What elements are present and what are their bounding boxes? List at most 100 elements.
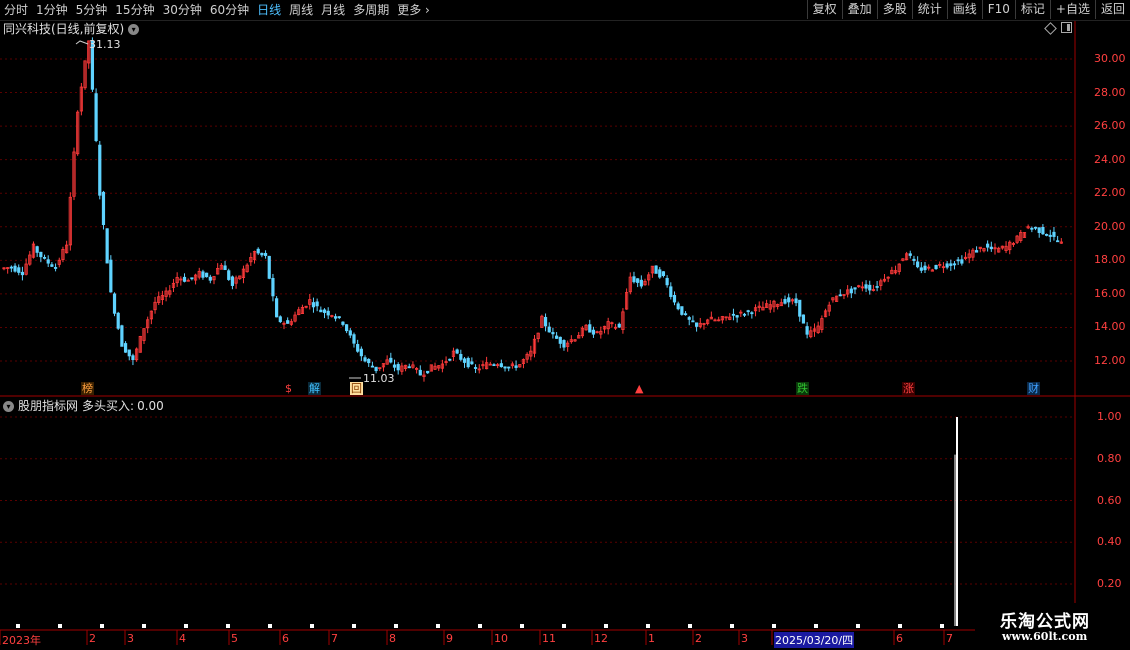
candle-body xyxy=(654,265,658,274)
candle-body xyxy=(694,322,699,327)
candle-body xyxy=(787,297,791,303)
candle-body xyxy=(333,316,338,319)
candle-body xyxy=(1041,226,1045,235)
candle-body xyxy=(466,357,470,368)
event-marker-2[interactable]: 解 xyxy=(308,382,321,395)
price-tick-7: 16.00 xyxy=(1094,286,1126,300)
candle-body xyxy=(838,294,842,297)
candle-body xyxy=(1037,227,1041,233)
candle-body xyxy=(94,93,98,142)
time-label-12: 1 xyxy=(648,632,655,645)
candle-body xyxy=(680,306,684,315)
window-icon[interactable] xyxy=(1061,22,1072,33)
candle-body xyxy=(960,259,964,264)
candle-body xyxy=(794,298,798,304)
indicator-dot xyxy=(394,624,398,628)
candle-body xyxy=(1044,234,1049,236)
candle-body xyxy=(392,364,397,368)
price-tick-5: 20.00 xyxy=(1094,219,1126,233)
time-label-6: 7 xyxy=(331,632,338,645)
indicator-dot xyxy=(856,624,860,628)
candle-body xyxy=(227,270,231,280)
candle-body xyxy=(691,320,695,323)
time-label-4: 5 xyxy=(231,632,238,645)
indicator-name: 股朋指标网 xyxy=(18,399,79,413)
event-marker-1[interactable]: $ xyxy=(284,382,293,395)
event-marker-5[interactable]: 跌 xyxy=(796,382,809,395)
price-tick-6: 18.00 xyxy=(1094,253,1126,267)
time-label-11: 12 xyxy=(594,632,608,645)
candle-body xyxy=(1033,226,1038,229)
event-marker-0[interactable]: 榜 xyxy=(81,382,94,395)
candle-body xyxy=(783,299,787,304)
indicator-dot xyxy=(310,624,314,628)
candle-body xyxy=(672,295,677,303)
candle-body xyxy=(470,361,474,365)
candle-body xyxy=(131,355,135,360)
candle-body xyxy=(661,271,666,277)
chevron-down-icon[interactable]: ▾ xyxy=(3,400,14,412)
candle-body xyxy=(35,246,39,253)
candle-body xyxy=(974,250,979,253)
time-label-9: 10 xyxy=(494,632,508,645)
candle-body xyxy=(683,313,688,316)
candle-body xyxy=(986,243,990,248)
candle-body xyxy=(13,265,17,272)
candle-body xyxy=(750,312,754,315)
candle-body xyxy=(123,343,128,353)
indicator-tick-4: 0.20 xyxy=(1097,577,1122,590)
indicator-dot xyxy=(730,624,734,628)
event-marker-4[interactable]: ▲ xyxy=(634,382,645,395)
candle-body xyxy=(849,288,853,294)
candle-body xyxy=(459,353,463,360)
indicator-dot xyxy=(100,624,104,628)
high-price-label: 31.13 xyxy=(89,38,121,51)
candle-body xyxy=(345,324,349,332)
watermark-title: 乐淘公式网 xyxy=(1000,612,1090,632)
indicator-tick-1: 0.80 xyxy=(1097,451,1122,465)
candle-body xyxy=(363,357,367,362)
event-marker-7[interactable]: 财 xyxy=(1027,382,1040,395)
watermark-url: www.60lt.com xyxy=(1002,630,1088,643)
candle-body xyxy=(101,191,106,226)
candle-body xyxy=(315,301,319,307)
diamond-icon[interactable] xyxy=(1044,22,1057,35)
candle-body xyxy=(507,366,511,369)
indicator-dot xyxy=(16,624,20,628)
main-panel-title: 同兴科技(日线,前复权) ▾ xyxy=(3,21,140,37)
indicator-dot xyxy=(562,624,566,628)
time-label-16: 6 xyxy=(896,632,903,645)
price-tick-0: 30.00 xyxy=(1094,52,1126,65)
candle-body xyxy=(949,263,953,266)
event-marker-3[interactable]: 回 xyxy=(350,382,363,395)
candle-body xyxy=(676,303,680,310)
candle-body xyxy=(311,302,316,308)
candle-body xyxy=(370,365,375,368)
candle-body xyxy=(916,261,920,268)
candle-body xyxy=(588,324,592,333)
candle-body xyxy=(735,315,739,318)
kline-chart[interactable] xyxy=(0,0,1130,650)
candle-body xyxy=(396,364,400,371)
time-label-5: 6 xyxy=(282,632,289,645)
candle-body xyxy=(337,316,341,319)
candle-body xyxy=(374,366,378,372)
indicator-tick-3: 0.40 xyxy=(1097,535,1122,549)
candle-body xyxy=(182,276,187,282)
candle-body xyxy=(853,287,857,290)
candle-body xyxy=(448,358,452,361)
price-tick-8: 14.00 xyxy=(1094,320,1126,334)
time-label-14: 3 xyxy=(741,632,748,645)
candle-body xyxy=(109,259,113,293)
candle-body xyxy=(742,313,747,316)
chevron-down-icon[interactable]: ▾ xyxy=(128,23,140,35)
candle-body xyxy=(923,265,927,271)
candle-body xyxy=(17,267,21,273)
candle-body xyxy=(455,349,459,354)
candle-body xyxy=(1056,240,1060,243)
candle-body xyxy=(514,365,518,368)
event-marker-6[interactable]: 涨 xyxy=(902,382,915,395)
high-arrow xyxy=(75,40,89,45)
candle-body xyxy=(543,316,548,327)
indicator-dot xyxy=(940,624,944,628)
